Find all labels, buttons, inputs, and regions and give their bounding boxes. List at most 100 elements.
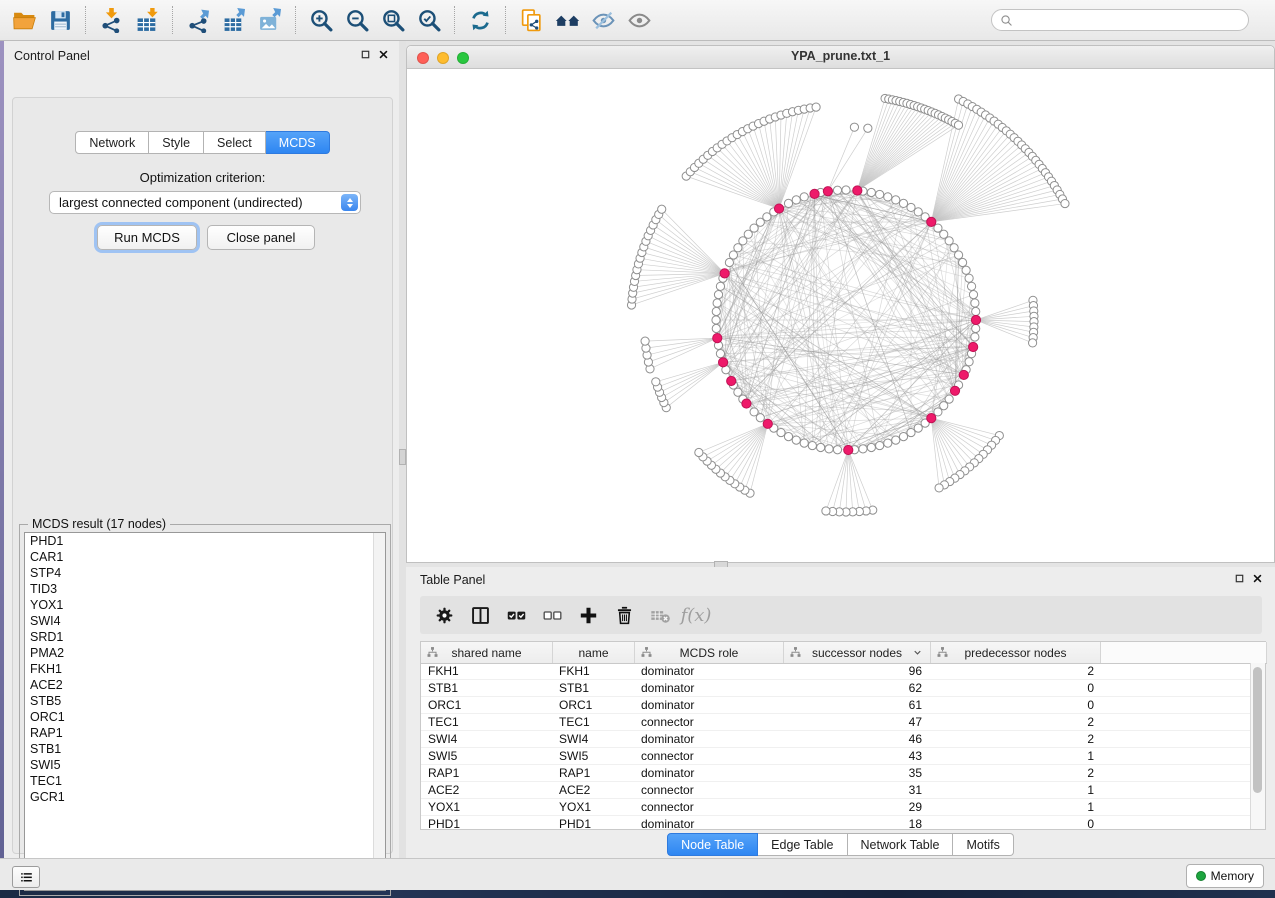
table-cell[interactable]: RAP1 <box>421 765 553 781</box>
table-cell[interactable]: 1 <box>931 748 1101 764</box>
network-node[interactable] <box>833 186 841 194</box>
tab-motifs[interactable]: Motifs <box>953 833 1013 856</box>
export-image-button[interactable] <box>252 4 288 36</box>
table-cell[interactable]: SWI4 <box>421 731 553 747</box>
close-panel-icon[interactable] <box>1252 573 1263 584</box>
table-cell[interactable]: 0 <box>931 680 1101 696</box>
network-node[interactable] <box>842 186 850 194</box>
network-node[interactable] <box>792 196 800 204</box>
mcds-list-item[interactable]: CAR1 <box>25 549 385 565</box>
network-node[interactable] <box>972 324 980 332</box>
save-session-button[interactable] <box>42 4 78 36</box>
network-node[interactable] <box>777 428 785 436</box>
network-node[interactable] <box>729 251 737 259</box>
network-node[interactable] <box>825 445 833 453</box>
table-row[interactable]: SWI4SWI4dominator462 <box>421 731 1251 748</box>
mcds-list-item[interactable]: SWI5 <box>25 757 385 773</box>
network-node[interactable] <box>967 282 975 290</box>
table-cell[interactable]: 31 <box>784 782 931 798</box>
zoom-out-button[interactable] <box>339 4 375 36</box>
network-node[interactable] <box>712 307 720 315</box>
table-cell[interactable]: 35 <box>784 765 931 781</box>
table-cell[interactable]: 2 <box>931 663 1101 679</box>
column-header-shared-name[interactable]: shared name <box>421 642 553 663</box>
network-node[interactable] <box>876 190 884 198</box>
network-node[interactable] <box>884 193 892 201</box>
table-cell[interactable]: 2 <box>931 731 1101 747</box>
network-node[interactable] <box>969 291 977 299</box>
export-table-button[interactable] <box>216 4 252 36</box>
mcds-node[interactable] <box>713 333 722 342</box>
select-all-button[interactable] <box>498 600 534 630</box>
network-node[interactable] <box>971 333 979 341</box>
table-cell[interactable]: 0 <box>931 816 1101 829</box>
mcds-node[interactable] <box>720 269 729 278</box>
table-row[interactable]: ACE2ACE2connector311 <box>421 782 1251 799</box>
network-node[interactable] <box>1061 199 1069 207</box>
network-node[interactable] <box>808 441 816 449</box>
mcds-node[interactable] <box>823 187 832 196</box>
mcds-list-item[interactable]: FKH1 <box>25 661 385 677</box>
vertical-split-divider[interactable] <box>399 41 406 860</box>
tab-node-table[interactable]: Node Table <box>667 833 758 856</box>
table-body[interactable]: FKH1FKH1dominator962STB1STB1dominator620… <box>421 663 1251 829</box>
network-node[interactable] <box>907 203 915 211</box>
table-cell[interactable]: 29 <box>784 799 931 815</box>
network-node[interactable] <box>792 436 800 444</box>
network-node[interactable] <box>965 274 973 282</box>
network-node[interactable] <box>817 443 825 451</box>
network-node[interactable] <box>958 258 966 266</box>
mcds-node[interactable] <box>774 204 783 213</box>
network-node[interactable] <box>954 121 962 129</box>
network-node[interactable] <box>716 282 724 290</box>
scrollbar-thumb[interactable] <box>1253 667 1262 793</box>
float-panel-icon[interactable] <box>1234 573 1245 584</box>
table-cell[interactable]: 46 <box>784 731 931 747</box>
mcds-node[interactable] <box>959 370 968 379</box>
network-canvas[interactable] <box>407 68 1274 562</box>
table-row[interactable]: SWI5SWI5connector431 <box>421 748 1251 765</box>
mcds-node[interactable] <box>969 342 978 351</box>
network-node[interactable] <box>899 199 907 207</box>
mcds-list-item[interactable]: PHD1 <box>25 533 385 549</box>
tab-edge-table[interactable]: Edge Table <box>758 833 847 856</box>
network-node[interactable] <box>750 408 758 416</box>
mcds-list-item[interactable]: SWI4 <box>25 613 385 629</box>
show-all-button[interactable] <box>621 4 657 36</box>
close-panel-button[interactable]: Close panel <box>207 225 315 250</box>
table-cell[interactable]: 62 <box>784 680 931 696</box>
mcds-node[interactable] <box>844 445 853 454</box>
table-cell[interactable]: 2 <box>931 765 1101 781</box>
table-cell[interactable]: dominator <box>635 663 784 679</box>
table-cell[interactable]: ACE2 <box>421 782 553 798</box>
network-node[interactable] <box>712 316 720 324</box>
table-cell[interactable]: ACE2 <box>553 782 635 798</box>
network-node[interactable] <box>892 196 900 204</box>
table-cell[interactable]: ORC1 <box>421 697 553 713</box>
network-node[interactable] <box>965 358 973 366</box>
table-cell[interactable]: SWI4 <box>553 731 635 747</box>
mcds-node[interactable] <box>927 217 936 226</box>
network-node[interactable] <box>713 299 721 307</box>
table-cell[interactable]: connector <box>635 714 784 730</box>
table-cell[interactable]: PHD1 <box>421 816 553 829</box>
table-cell[interactable]: YOX1 <box>421 799 553 815</box>
network-node[interactable] <box>714 291 722 299</box>
table-row[interactable]: YOX1YOX1connector291 <box>421 799 1251 816</box>
network-node[interactable] <box>800 193 808 201</box>
mcds-list-item[interactable]: RAP1 <box>25 725 385 741</box>
network-node[interactable] <box>914 424 922 432</box>
network-node[interactable] <box>658 205 666 213</box>
mcds-result-list[interactable]: PHD1CAR1STP4TID3YOX1SWI4SRD1PMA2FKH1ACE2… <box>24 532 386 891</box>
table-cell[interactable]: YOX1 <box>553 799 635 815</box>
hide-selected-button[interactable] <box>585 4 621 36</box>
table-cell[interactable]: RAP1 <box>553 765 635 781</box>
network-node[interactable] <box>833 446 841 454</box>
duplicate-network-button[interactable] <box>513 4 549 36</box>
mcds-list-item[interactable]: ORC1 <box>25 709 385 725</box>
mcds-list-item[interactable]: STB5 <box>25 693 385 709</box>
delete-column-button[interactable] <box>606 600 642 630</box>
table-cell[interactable]: 47 <box>784 714 931 730</box>
export-network-button[interactable] <box>180 4 216 36</box>
mcds-list-item[interactable]: PMA2 <box>25 645 385 661</box>
